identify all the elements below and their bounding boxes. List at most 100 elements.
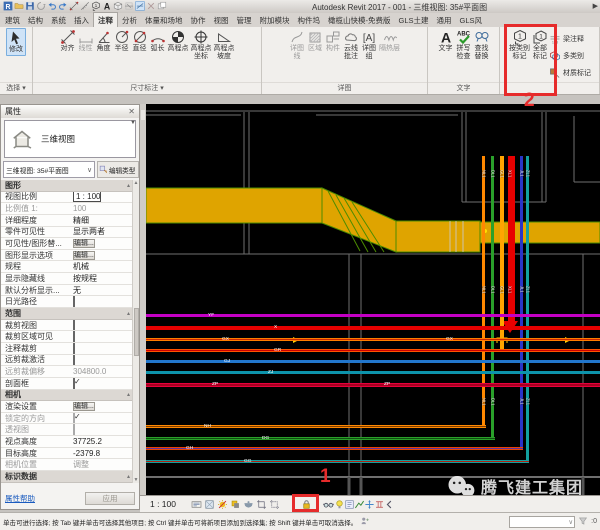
property-value[interactable] — [73, 425, 134, 434]
property-row-透视图[interactable]: 透视图 — [1, 424, 134, 436]
property-row-裁剪区域可见[interactable]: 裁剪区域可见 — [1, 331, 134, 343]
pipe-ZP[interactable]: ZPZP — [146, 383, 600, 387]
tab-体量和场地[interactable]: 体量和场地 — [141, 13, 187, 27]
property-value[interactable]: 304800.0 — [73, 367, 134, 376]
save-icon[interactable] — [24, 0, 35, 11]
ribbon-button-对齐[interactable]: 对齐 — [59, 28, 77, 54]
crop-view-icon[interactable] — [255, 498, 268, 511]
pipe-DG[interactable]: DG — [146, 437, 495, 440]
property-row-目标高度[interactable]: 目标高度-2379.8 — [1, 448, 134, 460]
rendering-dialog-icon[interactable] — [242, 498, 255, 511]
workset-combo[interactable]: ∨ — [509, 516, 575, 528]
section-icon[interactable] — [123, 0, 134, 11]
property-value[interactable] — [73, 355, 134, 364]
apply-button[interactable]: 应用 — [85, 492, 135, 505]
scroll-down-icon[interactable]: ▼ — [134, 477, 139, 483]
ribbon-button-弧长[interactable]: 弧长 — [149, 28, 167, 54]
sun-path-icon[interactable] — [216, 498, 229, 511]
sync-icon[interactable] — [35, 0, 46, 11]
ribbon-button-构件[interactable]: 构件 — [324, 28, 342, 54]
ribbon-button-文字[interactable]: A文字 — [437, 28, 455, 54]
tab-分析[interactable]: 分析 — [118, 13, 141, 27]
property-value[interactable]: 编辑... — [73, 238, 134, 249]
chevron-down-icon[interactable]: ▼ — [130, 120, 136, 126]
property-row-视图比例[interactable]: 视图比例1 : 100 — [1, 192, 134, 204]
view-scale[interactable]: 1 : 100 — [150, 499, 176, 509]
property-row-远剪裁激活[interactable]: 远剪裁激活 — [1, 355, 134, 367]
property-row-零件可见性[interactable]: 零件可见性显示两者 — [1, 227, 134, 239]
ribbon-button-详图组[interactable]: [A]详图 组 — [360, 28, 378, 62]
ribbon-button-线性[interactable]: 线性 — [77, 28, 95, 54]
scroll-thumb[interactable] — [134, 308, 139, 356]
detail-level-icon[interactable] — [190, 498, 203, 511]
property-row-图形显示选项[interactable]: 图形显示选项编辑... — [1, 250, 134, 262]
checkbox[interactable] — [73, 296, 75, 307]
tab-橄榄山快模-免费版[interactable]: 橄榄山快模-免费版 — [324, 13, 395, 27]
tab-系统[interactable]: 系统 — [47, 13, 70, 27]
property-row-比例值 1:[interactable]: 比例值 1:100 — [1, 203, 134, 215]
property-value[interactable]: 精细 — [73, 215, 134, 226]
checkbox[interactable] — [73, 378, 75, 389]
riser-pipe-4[interactable] — [508, 156, 515, 322]
property-value[interactable] — [73, 414, 134, 423]
tab-通用[interactable]: 通用 — [433, 13, 456, 27]
pipe-NH[interactable]: NH — [146, 425, 486, 428]
pipe-GX[interactable]: GXGX — [146, 338, 600, 341]
property-row-相机位置[interactable]: 相机位置调整 — [1, 459, 134, 471]
property-value[interactable]: 1 : 100 — [73, 192, 134, 201]
show-crop-region-icon[interactable] — [268, 498, 281, 511]
tab-插入[interactable]: 插入 — [70, 13, 93, 27]
property-value[interactable] — [73, 321, 134, 330]
filter-icon[interactable] — [578, 516, 588, 528]
ribbon-button-隔热层[interactable]: 隔热层 — [378, 28, 401, 54]
pipe-GJ[interactable]: GJ — [146, 360, 600, 363]
pipe-X[interactable]: X — [146, 326, 600, 330]
tab-注释[interactable]: 注释 — [93, 12, 118, 27]
thin-lines-icon[interactable] — [134, 0, 145, 11]
checkbox[interactable] — [73, 320, 75, 331]
ribbon-button-详图线[interactable]: 详图 线 — [288, 28, 306, 62]
default-3d-view-icon[interactable] — [112, 0, 123, 11]
property-value[interactable]: 编辑... — [73, 401, 134, 412]
property-row-剖面框[interactable]: 剖面框 — [1, 378, 134, 390]
redo-icon[interactable] — [57, 0, 68, 11]
ribbon-button-区域[interactable]: 区域 — [306, 28, 324, 54]
property-value[interactable]: 100 — [73, 204, 134, 213]
checkbox[interactable] — [73, 424, 75, 435]
ribbon-button-查找替换[interactable]: 查找 替换 — [473, 28, 491, 62]
ribbon-button-高程点坡度[interactable]: 高程点 坡度 — [213, 28, 236, 62]
property-row-规程[interactable]: 规程机械 — [1, 261, 134, 273]
property-row-详细程度[interactable]: 详细程度精细 — [1, 215, 134, 227]
property-row-默认分析显示...[interactable]: 默认分析显示...无 — [1, 285, 134, 297]
text-icon[interactable]: A — [101, 0, 112, 11]
type-selector[interactable]: 三维视图 — [4, 120, 136, 158]
property-value[interactable]: 编辑... — [73, 250, 134, 261]
property-value[interactable]: 37725.2 — [73, 437, 134, 446]
checkbox[interactable] — [73, 343, 75, 354]
tab-管理[interactable]: 管理 — [233, 13, 256, 27]
property-row-裁剪视图[interactable]: 裁剪视图 — [1, 320, 134, 332]
property-row-日光路径[interactable]: 日光路径 — [1, 296, 134, 308]
property-value[interactable] — [73, 379, 134, 388]
edit-button[interactable]: 编辑... — [73, 251, 95, 260]
tab-构件坞[interactable]: 构件坞 — [294, 13, 325, 27]
edit-button[interactable]: 编辑... — [73, 239, 95, 248]
ribbon-button-直径[interactable]: 直径 — [131, 28, 149, 54]
property-value[interactable] — [73, 344, 134, 353]
property-row-渲染设置[interactable]: 渲染设置编辑... — [1, 401, 134, 413]
close-icon[interactable]: ✕ — [128, 107, 135, 116]
measure-icon[interactable] — [79, 0, 90, 11]
switch-windows-icon[interactable] — [156, 0, 167, 11]
property-row-显示隐藏线[interactable]: 显示隐藏线按规程 — [1, 273, 134, 285]
tab-建筑[interactable]: 建筑 — [1, 13, 24, 27]
property-value[interactable]: 显示两者 — [73, 227, 134, 238]
tab-结构[interactable]: 结构 — [24, 13, 47, 27]
edit-type-button[interactable]: 编辑类型 — [97, 161, 139, 178]
back-chevron-icon[interactable] — [383, 498, 396, 511]
edit-button[interactable]: 编辑... — [73, 402, 95, 411]
toolbar-overflow-icon[interactable]: ▶ — [593, 2, 598, 10]
pipe-ZJ[interactable]: ZJ — [146, 371, 600, 374]
property-row-视点高度[interactable]: 视点高度37725.2 — [1, 436, 134, 448]
dimension-icon[interactable] — [68, 0, 79, 11]
view-combo[interactable]: 三维视图: 35#平面图 ∨ — [3, 161, 95, 178]
